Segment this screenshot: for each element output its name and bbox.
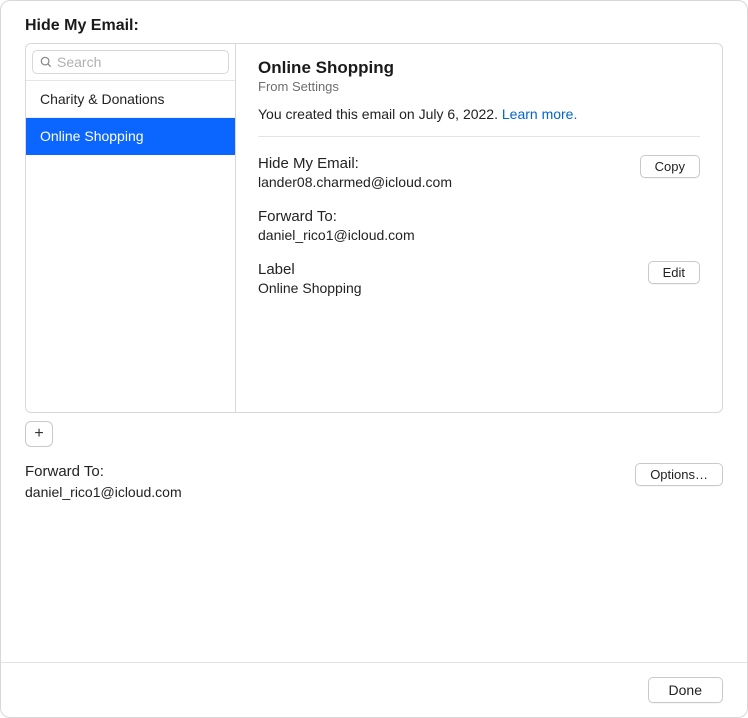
global-forward-value: daniel_rico1@icloud.com <box>25 484 182 500</box>
created-date: July 6, 2022 <box>419 106 495 122</box>
detail-pane: Online Shopping From Settings You create… <box>236 44 722 412</box>
sidebar: Charity & Donations Online Shopping <box>26 44 236 412</box>
window-title: Hide My Email: <box>1 1 747 43</box>
edit-button[interactable]: Edit <box>648 261 700 284</box>
label-row: Label Online Shopping Edit <box>258 261 700 296</box>
hide-my-email-value: lander08.charmed@icloud.com <box>258 174 452 190</box>
search-input[interactable] <box>57 54 222 70</box>
sidebar-item-charity[interactable]: Charity & Donations <box>26 81 235 118</box>
options-button[interactable]: Options… <box>635 463 723 486</box>
label-label: Label <box>258 261 362 278</box>
detail-subtitle: From Settings <box>258 79 700 94</box>
add-button[interactable]: + <box>25 421 53 447</box>
learn-more-link[interactable]: Learn more. <box>502 106 577 122</box>
main-pane: Charity & Donations Online Shopping Onli… <box>25 43 723 413</box>
hide-my-email-row: Hide My Email: lander08.charmed@icloud.c… <box>258 155 700 190</box>
forward-to-row: Forward To: daniel_rico1@icloud.com <box>258 208 700 243</box>
forward-to-value: daniel_rico1@icloud.com <box>258 227 415 243</box>
below-pane: + <box>25 421 723 447</box>
plus-icon: + <box>34 426 43 442</box>
detail-title: Online Shopping <box>258 58 700 78</box>
created-suffix: . <box>494 106 502 122</box>
label-value: Online Shopping <box>258 280 362 296</box>
search-wrap <box>26 44 235 81</box>
search-icon <box>39 55 53 69</box>
footer: Done <box>1 662 747 717</box>
search-field[interactable] <box>32 50 229 74</box>
sidebar-list: Charity & Donations Online Shopping <box>26 81 235 412</box>
hide-my-email-label: Hide My Email: <box>258 155 452 172</box>
copy-button[interactable]: Copy <box>640 155 700 178</box>
done-button[interactable]: Done <box>648 677 723 703</box>
sidebar-item-online-shopping[interactable]: Online Shopping <box>26 118 235 155</box>
created-prefix: You created this email on <box>258 106 419 122</box>
global-forward-label: Forward To: <box>25 463 182 480</box>
forward-to-label: Forward To: <box>258 208 415 225</box>
global-forward-row: Forward To: daniel_rico1@icloud.com Opti… <box>25 463 723 500</box>
separator <box>258 136 700 137</box>
detail-created: You created this email on July 6, 2022. … <box>258 106 700 122</box>
